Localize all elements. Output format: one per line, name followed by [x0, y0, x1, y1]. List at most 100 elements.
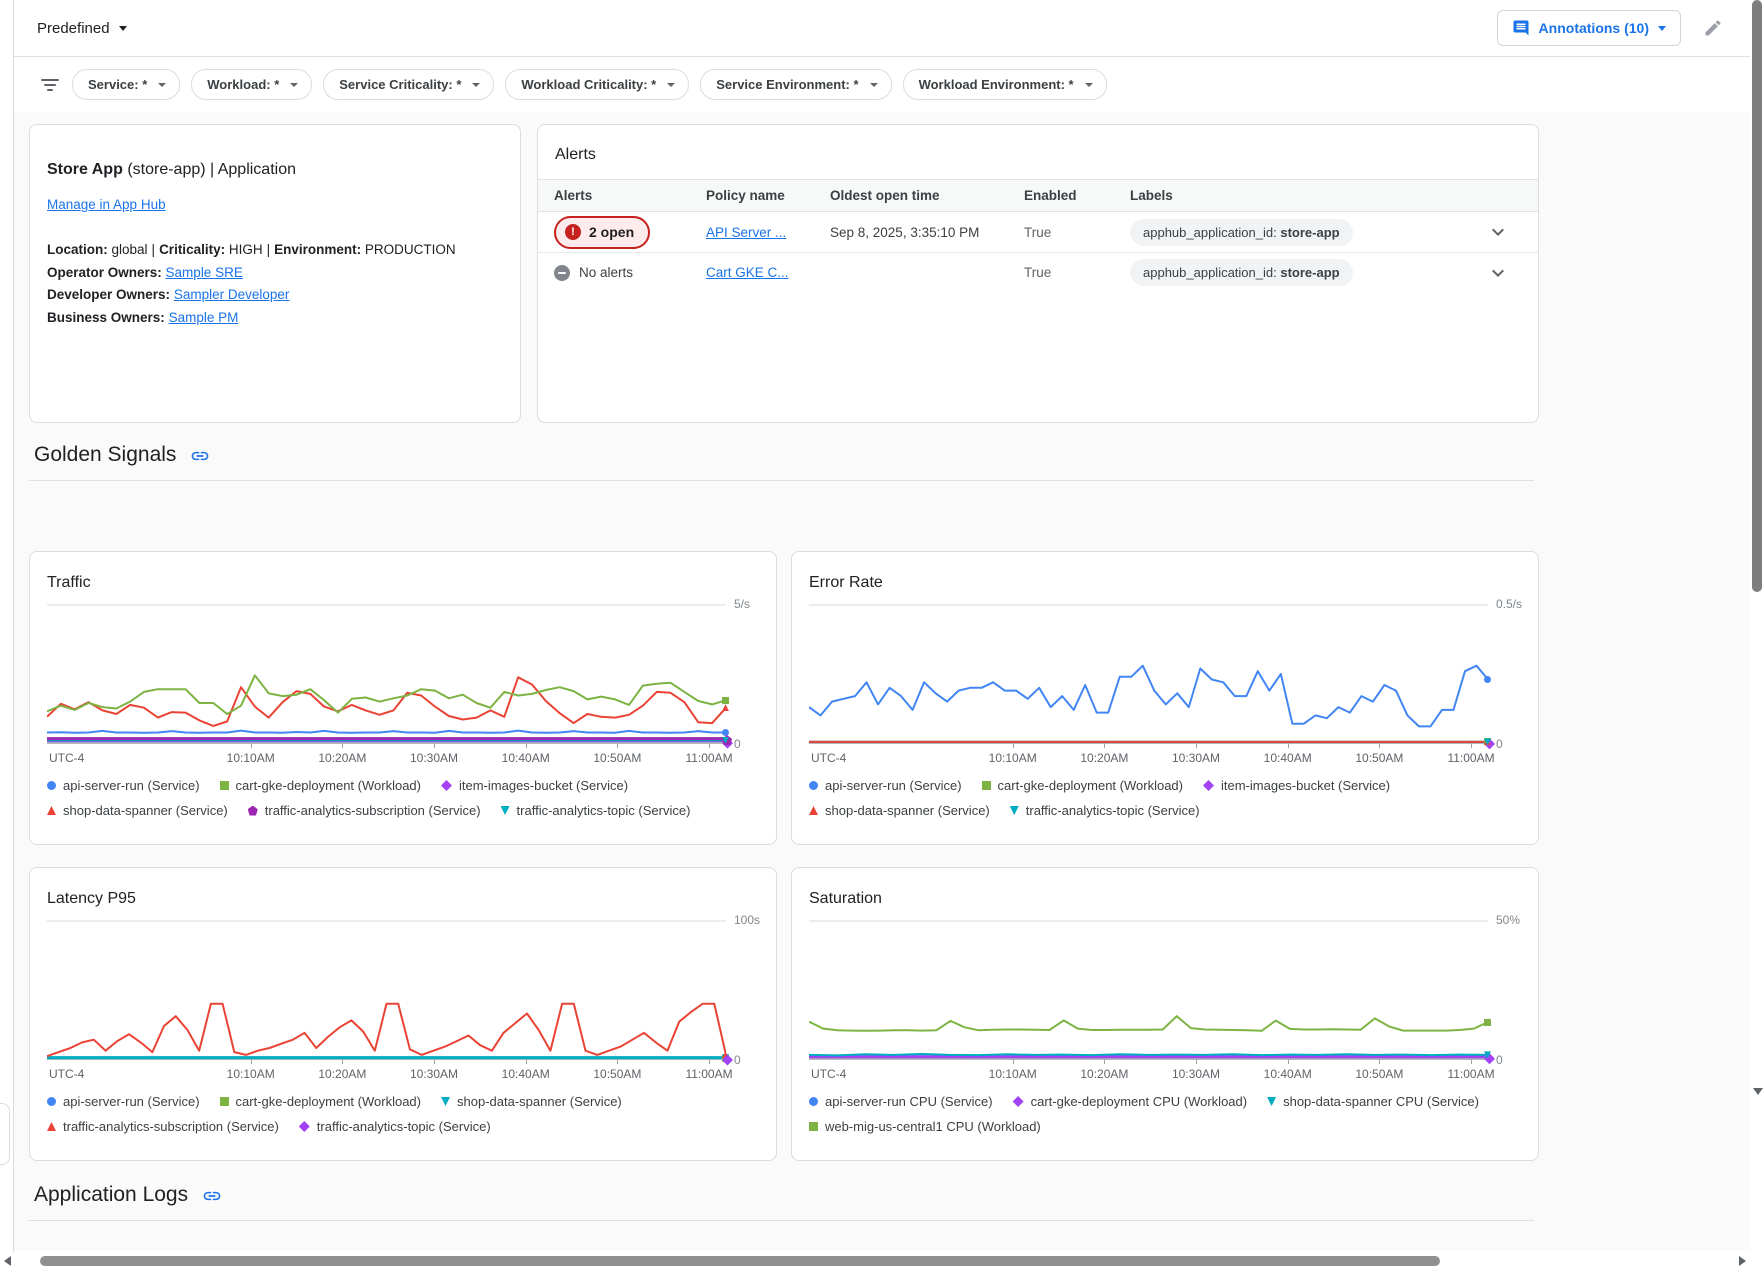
open-alerts-badge[interactable]: !2 open [554, 216, 650, 249]
x-axis-tick-label: 10:30AM [410, 1067, 458, 1081]
filter-chip-workload-criticality[interactable]: Workload Criticality: * [505, 69, 689, 100]
legend-item-traffic-analytics-topic-service[interactable]: traffic-analytics-topic (Service) [299, 1119, 491, 1134]
chart-legend-row: api-server-run (Service) cart-gke-deploym… [47, 1094, 760, 1109]
x-axis-tick [1104, 1059, 1105, 1064]
application-logs-section-header: Application Logs [34, 1183, 1751, 1207]
legend-item-shop-data-spanner-service[interactable]: shop-data-spanner (Service) [809, 803, 990, 818]
view-dropdown[interactable]: Predefined [37, 20, 127, 37]
legend-item-web-mig-us-central1-cpu-workload[interactable]: web-mig-us-central1 CPU (Workload) [809, 1119, 1041, 1134]
legend-item-traffic-analytics-subscription-service[interactable]: traffic-analytics-subscription (Service) [248, 803, 481, 818]
golden-signals-link-icon[interactable] [190, 446, 210, 466]
legend-item-cart-gke-deployment-workload[interactable]: cart-gke-deployment (Workload) [220, 1094, 421, 1109]
chevron-down-icon [667, 83, 675, 87]
legend-item-traffic-analytics-topic-service[interactable]: traffic-analytics-topic (Service) [1010, 803, 1200, 818]
circle-legend-marker-icon [47, 1097, 56, 1106]
legend-item-api-server-run-service[interactable]: api-server-run (Service) [809, 778, 962, 793]
latency-p95-chart-card: Latency P95UTC-410:10AM10:20AM10:30AM10:… [29, 867, 777, 1161]
legend-item-traffic-analytics-subscription-service[interactable]: traffic-analytics-subscription (Service) [47, 1119, 279, 1134]
tri-up-legend-marker-icon [809, 806, 818, 815]
horizontal-scrollbar-thumb[interactable] [40, 1256, 1440, 1266]
vertical-scrollbar-thumb[interactable] [1752, 0, 1762, 592]
application-logs-link-icon[interactable] [202, 1186, 222, 1206]
business-owner-link[interactable]: Sample PM [169, 310, 239, 325]
legend-item-label: shop-data-spanner (Service) [63, 803, 228, 818]
column-header-oldest-open-time: Oldest open time [830, 188, 1024, 203]
edit-button[interactable] [1703, 18, 1723, 38]
tri-down-legend-marker-icon [1010, 806, 1019, 815]
application-metadata: Location: global|Criticality: HIGH|Envir… [47, 239, 496, 329]
x-axis-tick-label: 10:30AM [1172, 751, 1220, 765]
filter-icon[interactable] [40, 79, 60, 91]
filter-bar: Service: * Workload: * Service Criticality… [14, 57, 1751, 112]
tri-down-legend-marker-icon [1267, 1097, 1276, 1106]
chart-x-axis: UTC-410:10AM10:20AM10:30AM10:40AM10:50AM… [47, 746, 726, 768]
x-axis-tick-label: 10:20AM [1080, 751, 1128, 765]
cart-gke-deployment-workload-line [47, 675, 726, 714]
legend-item-api-server-run-service[interactable]: api-server-run (Service) [47, 778, 200, 793]
policy-link[interactable]: API Server ... [706, 225, 786, 240]
expand-row-button[interactable] [1486, 220, 1510, 244]
x-axis-tick-label: 10:50AM [1355, 751, 1403, 765]
legend-item-traffic-analytics-topic-service[interactable]: traffic-analytics-topic (Service) [501, 803, 691, 818]
api-server-run-service-line [47, 731, 726, 733]
chart-main: UTC-410:10AM10:20AM10:30AM10:40AM10:50AM… [809, 604, 1488, 768]
application-logs-heading: Application Logs [34, 1183, 188, 1207]
scroll-right-arrow-icon[interactable] [1739, 1256, 1746, 1266]
legend-item-item-images-bucket-service[interactable]: item-images-bucket (Service) [441, 778, 628, 793]
metadata-line-location: Location: global|Criticality: HIGH|Envir… [47, 239, 496, 262]
chart-title: Saturation [809, 890, 1522, 908]
x-axis-tick [342, 1059, 343, 1064]
filter-chip-service-criticality[interactable]: Service Criticality: * [323, 69, 494, 100]
legend-item-label: api-server-run (Service) [63, 778, 200, 793]
collapsed-panel-handle[interactable] [0, 1103, 10, 1165]
legend-item-api-server-run-cpu-service[interactable]: api-server-run CPU (Service) [809, 1094, 993, 1109]
alerts-table-header: AlertsPolicy nameOldest open timeEnabled… [538, 179, 1538, 212]
legend-item-item-images-bucket-service[interactable]: item-images-bucket (Service) [1203, 778, 1390, 793]
legend-item-cart-gke-deployment-workload[interactable]: cart-gke-deployment (Workload) [982, 778, 1183, 793]
manage-in-app-hub-link[interactable]: Manage in App Hub [47, 197, 166, 212]
y-axis-zero-label: 0 [734, 737, 741, 751]
vertical-scrollbar[interactable] [1750, 0, 1764, 1252]
scroll-down-arrow-icon[interactable] [1753, 1088, 1763, 1095]
filter-chip-workload-environment[interactable]: Workload Environment: * [903, 69, 1107, 100]
chart-legend-row: api-server-run CPU (Service) cart-gke-dep… [809, 1094, 1522, 1109]
annotations-button[interactable]: Annotations (10) [1497, 10, 1681, 46]
filter-chip-workload[interactable]: Workload: * [191, 69, 312, 100]
legend-item-cart-gke-deployment-workload[interactable]: cart-gke-deployment (Workload) [220, 778, 421, 793]
traffic-analytics-subscription-service-line [47, 1004, 726, 1056]
square-legend-marker-icon [982, 781, 991, 790]
operator-owner-link[interactable]: Sample SRE [166, 265, 243, 280]
circle-legend-marker-icon [47, 781, 56, 790]
expand-row-button[interactable] [1486, 261, 1510, 285]
no-alerts-icon [554, 265, 570, 281]
horizontal-scrollbar[interactable] [0, 1252, 1750, 1270]
filter-chip-label: Workload Criticality: * [521, 77, 656, 92]
legend-item-shop-data-spanner-cpu-service[interactable]: shop-data-spanner CPU (Service) [1267, 1094, 1479, 1109]
metadata-line-operator: Operator Owners: Sample SRE [47, 262, 496, 285]
label-value: store-app [1280, 265, 1339, 280]
legend-item-label: item-images-bucket (Service) [1221, 778, 1390, 793]
top-toolbar: Predefined Annotations (10) [14, 0, 1751, 57]
scroll-left-arrow-icon[interactable] [4, 1256, 11, 1266]
x-axis-tick [1288, 743, 1289, 748]
x-axis-tick [1471, 1059, 1472, 1064]
filter-chip-service[interactable]: Service: * [72, 69, 180, 100]
legend-item-shop-data-spanner-service[interactable]: shop-data-spanner (Service) [441, 1094, 622, 1109]
policy-link[interactable]: Cart GKE C... [706, 265, 789, 280]
x-axis-tick-label: 10:10AM [227, 1067, 275, 1081]
circle-legend-marker-icon [809, 1097, 818, 1106]
x-axis-tick [1104, 743, 1105, 748]
x-axis-tick [526, 1059, 527, 1064]
legend-item-label: api-server-run (Service) [825, 778, 962, 793]
api-server-run-service-line [809, 666, 1488, 727]
legend-item-label: api-server-run (Service) [63, 1094, 200, 1109]
section-divider [29, 480, 1534, 481]
legend-item-shop-data-spanner-service[interactable]: shop-data-spanner (Service) [47, 803, 228, 818]
developer-owner-link[interactable]: Sampler Developer [174, 287, 290, 302]
label-key: apphub_application_id: [1143, 225, 1280, 240]
x-axis-tick [617, 1059, 618, 1064]
legend-item-cart-gke-deployment-cpu-workload[interactable]: cart-gke-deployment CPU (Workload) [1013, 1094, 1248, 1109]
legend-item-label: shop-data-spanner (Service) [825, 803, 990, 818]
filter-chip-service-environment[interactable]: Service Environment: * [700, 69, 891, 100]
legend-item-api-server-run-service[interactable]: api-server-run (Service) [47, 1094, 200, 1109]
